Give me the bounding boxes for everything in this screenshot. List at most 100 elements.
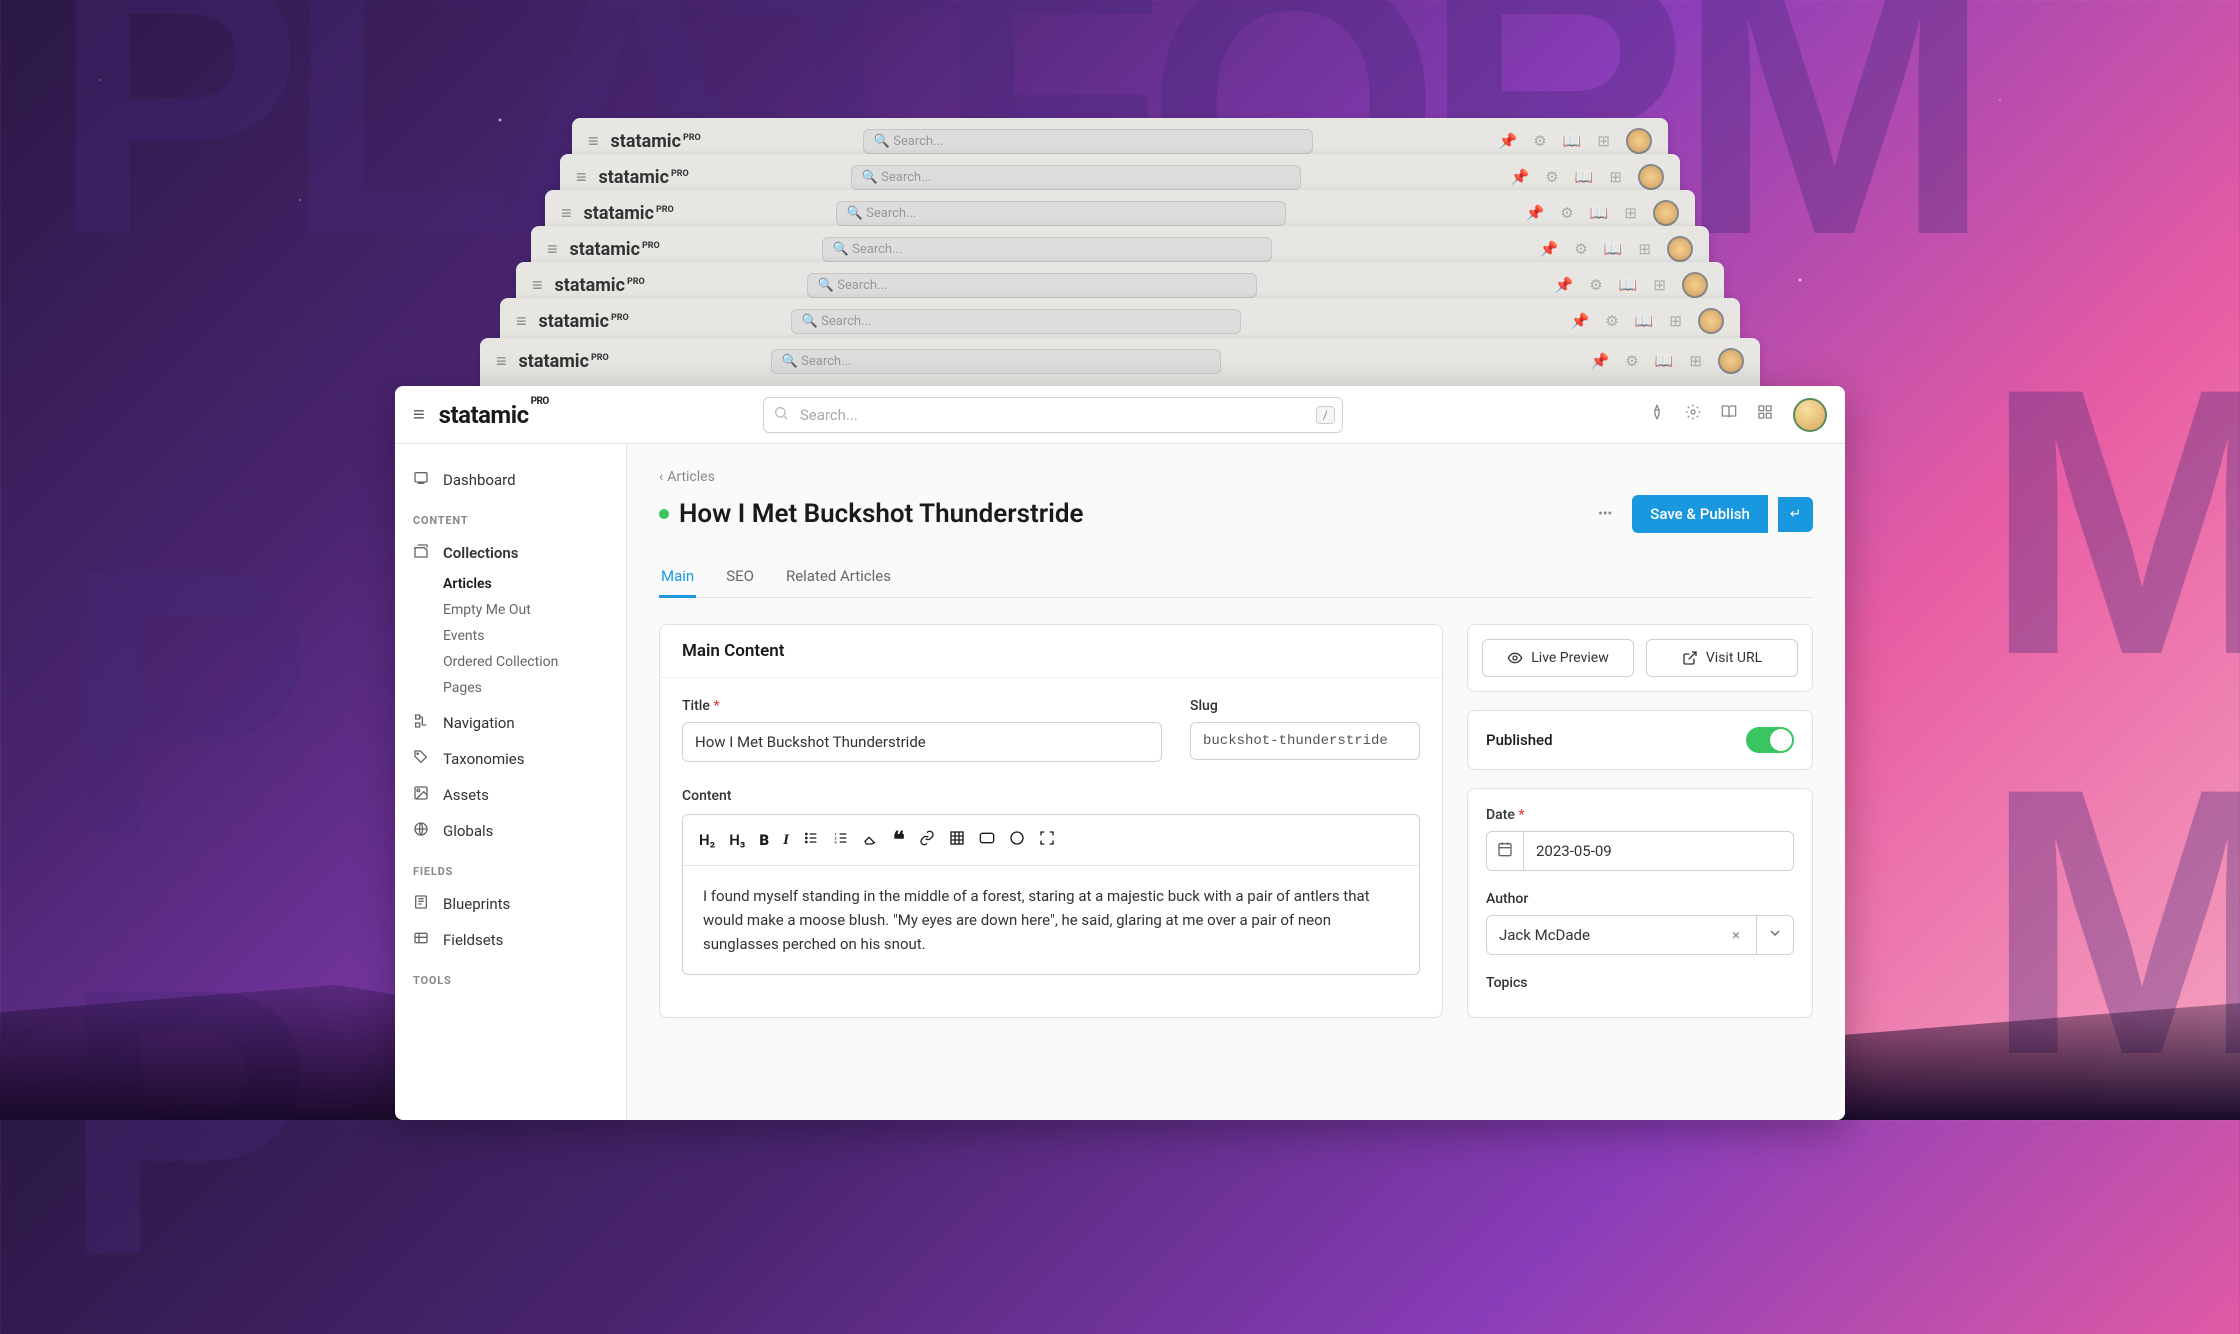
- slug-label: Slug: [1190, 698, 1420, 714]
- dashboard-icon[interactable]: [1757, 404, 1773, 425]
- dashboard-nav-icon: [413, 470, 431, 490]
- collection-empty[interactable]: Empty Me Out: [443, 597, 626, 623]
- app-logo: statamicPRO: [439, 401, 549, 429]
- bullet-list-button[interactable]: [803, 830, 819, 850]
- table-button[interactable]: [949, 830, 965, 850]
- sidebar-navigation-label: Navigation: [443, 714, 515, 732]
- title-input[interactable]: [682, 722, 1162, 762]
- h3-button[interactable]: H₃: [729, 831, 745, 849]
- sidebar-fieldsets[interactable]: Fieldsets: [395, 922, 626, 958]
- author-select[interactable]: Jack McDade×: [1486, 915, 1757, 955]
- live-preview-button[interactable]: Live Preview: [1482, 639, 1634, 677]
- collection-ordered[interactable]: Ordered Collection: [443, 649, 626, 675]
- author-dropdown[interactable]: [1757, 915, 1794, 955]
- link-button[interactable]: [919, 830, 935, 850]
- sidebar-section-fields: FIELDS: [395, 849, 626, 886]
- sidebar-dashboard[interactable]: Dashboard: [395, 462, 626, 498]
- sidebar-navigation[interactable]: Navigation: [395, 705, 626, 741]
- sidebar-dashboard-label: Dashboard: [443, 471, 516, 489]
- collection-articles[interactable]: Articles: [443, 571, 626, 597]
- sidebar-blueprints-label: Blueprints: [443, 895, 510, 913]
- status-dot: [659, 509, 669, 519]
- sidebar: Dashboard CONTENT Collections Articles E…: [395, 444, 627, 1120]
- sidebar-section-content: CONTENT: [395, 498, 626, 535]
- user-avatar[interactable]: [1793, 398, 1827, 432]
- collections-icon: [413, 543, 431, 563]
- fullscreen-button[interactable]: [1039, 830, 1055, 850]
- actions-card: Live Preview Visit URL: [1467, 624, 1813, 692]
- gear-icon[interactable]: [1685, 404, 1701, 425]
- bold-button[interactable]: B: [759, 831, 769, 849]
- sidebar-fieldsets-label: Fieldsets: [443, 931, 503, 949]
- italic-button[interactable]: I: [783, 832, 789, 849]
- search-icon: [773, 405, 789, 425]
- slug-input[interactable]: [1190, 722, 1420, 760]
- bg-word-m1: M: [1983, 360, 2240, 683]
- embed-button[interactable]: [1009, 830, 1025, 850]
- blueprints-icon: [413, 894, 431, 914]
- save-dropdown[interactable]: ↵: [1778, 497, 1813, 532]
- globals-icon: [413, 821, 431, 841]
- page-title: How I Met Buckshot Thunderstride: [679, 499, 1578, 529]
- title-row: How I Met Buckshot Thunderstride ••• Sav…: [659, 495, 1813, 533]
- slug-field: Slug: [1190, 698, 1420, 762]
- sidebar-taxonomies-label: Taxonomies: [443, 750, 524, 768]
- content-editor: H₂ H₃ B I 123 ❝: [682, 814, 1420, 975]
- published-toggle[interactable]: [1746, 727, 1794, 753]
- main-content-area: ‹ Articles How I Met Buckshot Thunderstr…: [627, 444, 1845, 1120]
- title-label: Title *: [682, 698, 1162, 714]
- meta-card: Date * Author Jack McDade× Topics: [1467, 788, 1813, 1018]
- h2-button[interactable]: H₂: [699, 831, 715, 849]
- sidebar-globals[interactable]: Globals: [395, 813, 626, 849]
- main-content-card: Main Content Title * Slug: [659, 624, 1443, 1018]
- tab-seo[interactable]: SEO: [724, 557, 756, 598]
- date-picker-button[interactable]: [1486, 831, 1524, 871]
- code-button[interactable]: [979, 830, 995, 850]
- sidebar-globals-label: Globals: [443, 822, 493, 840]
- navigation-icon: [413, 713, 431, 733]
- right-column: Live Preview Visit URL Published Date *: [1467, 624, 1813, 1018]
- author-clear[interactable]: ×: [1728, 926, 1744, 944]
- collection-list: Articles Empty Me Out Events Ordered Col…: [395, 571, 626, 705]
- editor-toolbar: H₂ H₃ B I 123 ❝: [683, 815, 1419, 866]
- tab-related[interactable]: Related Articles: [784, 557, 893, 598]
- breadcrumb[interactable]: ‹ Articles: [659, 469, 715, 485]
- sidebar-section-tools: TOOLS: [395, 958, 626, 995]
- search-wrap: /: [763, 397, 1343, 433]
- collection-pages[interactable]: Pages: [443, 675, 626, 701]
- book-icon[interactable]: [1721, 404, 1737, 425]
- sidebar-assets-label: Assets: [443, 786, 489, 804]
- date-label: Date *: [1486, 807, 1794, 823]
- quote-button[interactable]: ❝: [893, 827, 905, 853]
- title-field: Title *: [682, 698, 1162, 762]
- top-bar: ≡ statamicPRO /: [395, 386, 1845, 444]
- sidebar-collections[interactable]: Collections: [395, 535, 626, 571]
- published-label: Published: [1486, 731, 1553, 749]
- main-window: ≡ statamicPRO / Dashboard CONTENT Collec…: [395, 386, 1845, 1120]
- tabs: Main SEO Related Articles: [659, 557, 1813, 598]
- sidebar-collections-label: Collections: [443, 544, 519, 562]
- save-publish-button[interactable]: Save & Publish: [1632, 495, 1768, 533]
- taxonomies-icon: [413, 749, 431, 769]
- search-input[interactable]: [763, 397, 1343, 433]
- content-textarea[interactable]: I found myself standing in the middle of…: [683, 866, 1419, 974]
- sidebar-assets[interactable]: Assets: [395, 777, 626, 813]
- more-actions[interactable]: •••: [1588, 500, 1622, 528]
- author-label: Author: [1486, 891, 1794, 907]
- visit-url-button[interactable]: Visit URL: [1646, 639, 1798, 677]
- content-label: Content: [682, 788, 1420, 804]
- sidebar-blueprints[interactable]: Blueprints: [395, 886, 626, 922]
- assets-icon: [413, 785, 431, 805]
- bg-word-p1: P: [60, 540, 293, 863]
- collection-events[interactable]: Events: [443, 623, 626, 649]
- sidebar-taxonomies[interactable]: Taxonomies: [395, 741, 626, 777]
- main-content-header: Main Content: [660, 625, 1442, 678]
- date-input[interactable]: [1524, 831, 1794, 871]
- ordered-list-button[interactable]: 123: [833, 830, 849, 850]
- tab-main[interactable]: Main: [659, 557, 696, 598]
- pin-icon[interactable]: [1649, 404, 1665, 425]
- menu-toggle[interactable]: ≡: [413, 402, 425, 427]
- search-shortcut: /: [1316, 406, 1335, 424]
- clear-format-button[interactable]: [863, 830, 879, 850]
- top-icons: [1649, 398, 1827, 432]
